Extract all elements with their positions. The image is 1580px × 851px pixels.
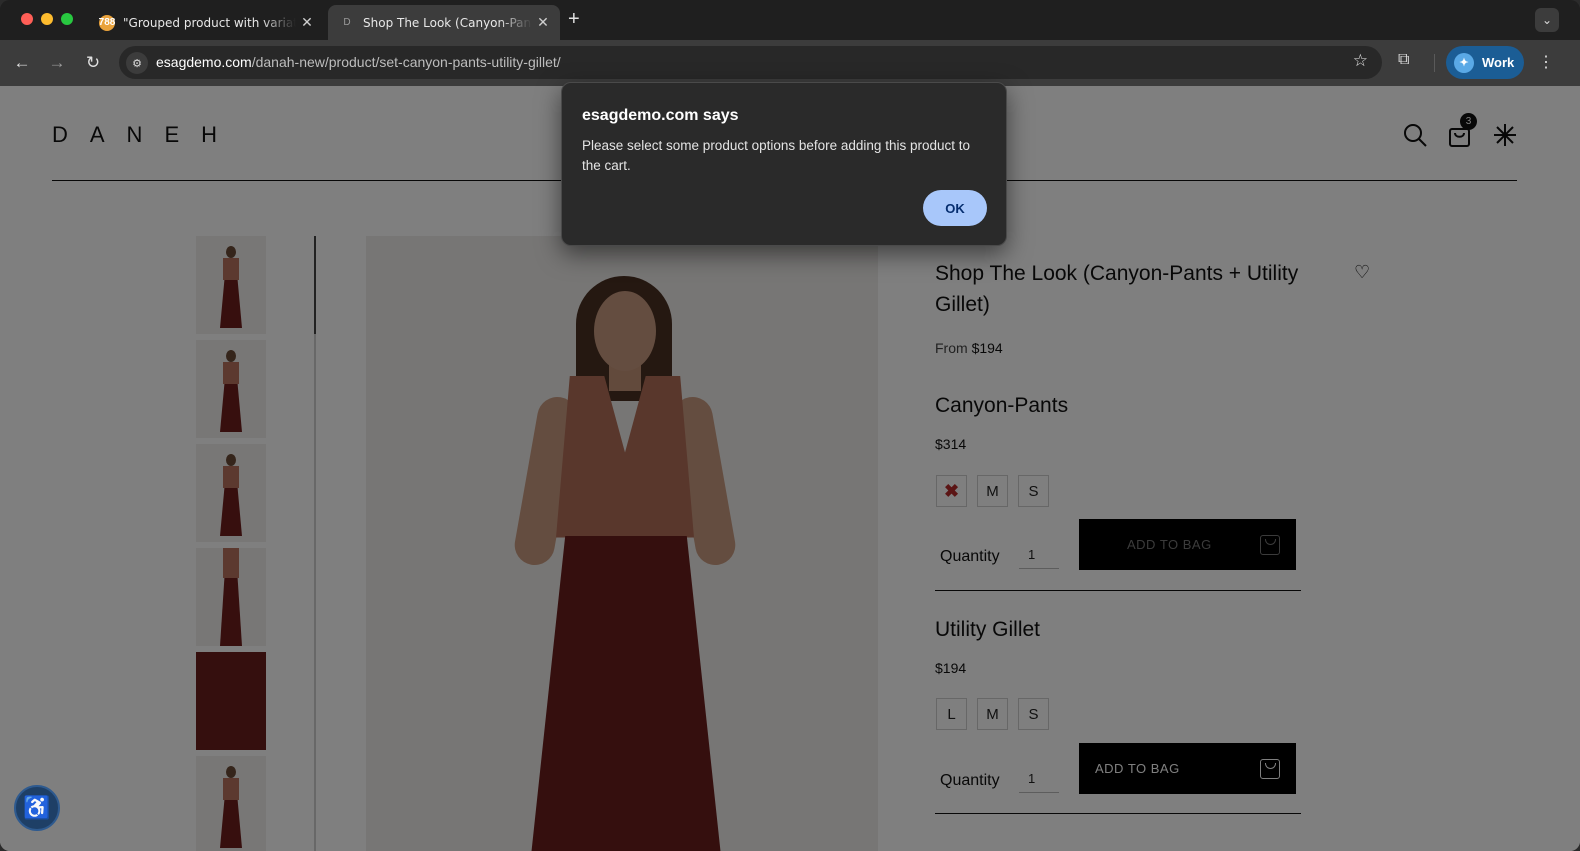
toolbar-divider: [1434, 54, 1435, 72]
browser-window: 788 "Grouped product with variati ✕ D Sh…: [0, 0, 1580, 851]
profile-button[interactable]: ✦ Work: [1446, 46, 1524, 79]
chevron-down-icon[interactable]: ⌄: [1535, 8, 1559, 32]
bookmark-star-icon[interactable]: ☆: [1353, 51, 1368, 71]
url-host: esagdemo.com: [156, 54, 252, 70]
reload-icon[interactable]: ↻: [82, 52, 104, 74]
tab-grouped-product[interactable]: 788 "Grouped product with variati ✕: [88, 5, 324, 40]
more-menu-icon[interactable]: ⋮: [1538, 52, 1554, 72]
alert-dialog: esagdemo.com says Please select some pro…: [561, 82, 1007, 246]
tab-favicon-icon: 788: [99, 14, 115, 31]
dialog-message: Please select some product options befor…: [582, 138, 970, 173]
new-tab-icon[interactable]: +: [568, 9, 580, 29]
url-path: /danah-new/product/set-canyon-pants-util…: [251, 54, 561, 70]
site-info-icon[interactable]: ⚙: [126, 52, 148, 74]
tab-title: Shop The Look (Canyon-Pant: [363, 15, 532, 30]
minimize-window-button[interactable]: [41, 13, 53, 25]
profile-avatar-icon: ✦: [1454, 52, 1474, 73]
dialog-title: esagdemo.com says: [582, 107, 739, 124]
close-tab-icon[interactable]: ✕: [532, 14, 554, 31]
close-tab-icon[interactable]: ✕: [296, 14, 318, 31]
extensions-puzzle-icon[interactable]: ⧉: [1398, 51, 1409, 69]
url-text[interactable]: esagdemo.com/danah-new/product/set-canyo…: [156, 54, 561, 70]
browser-toolbar: ← → ↻ ⚙ esagdemo.com/danah-new/product/s…: [0, 40, 1580, 86]
close-window-button[interactable]: [21, 13, 33, 25]
back-arrow-icon[interactable]: ←: [11, 52, 33, 74]
forward-arrow-icon[interactable]: →: [46, 52, 68, 74]
profile-label: Work: [1482, 55, 1515, 70]
tab-strip: 788 "Grouped product with variati ✕ D Sh…: [0, 0, 1580, 40]
tab-shop-the-look[interactable]: D Shop The Look (Canyon-Pant ✕: [328, 5, 560, 40]
ok-button[interactable]: OK: [923, 190, 987, 226]
accessibility-icon[interactable]: ♿: [14, 785, 60, 831]
maximize-window-button[interactable]: [61, 13, 73, 25]
address-bar[interactable]: ⚙ esagdemo.com/danah-new/product/set-can…: [119, 46, 1382, 79]
tab-title: "Grouped product with variati: [123, 15, 296, 30]
tab-favicon-icon: D: [343, 17, 351, 28]
